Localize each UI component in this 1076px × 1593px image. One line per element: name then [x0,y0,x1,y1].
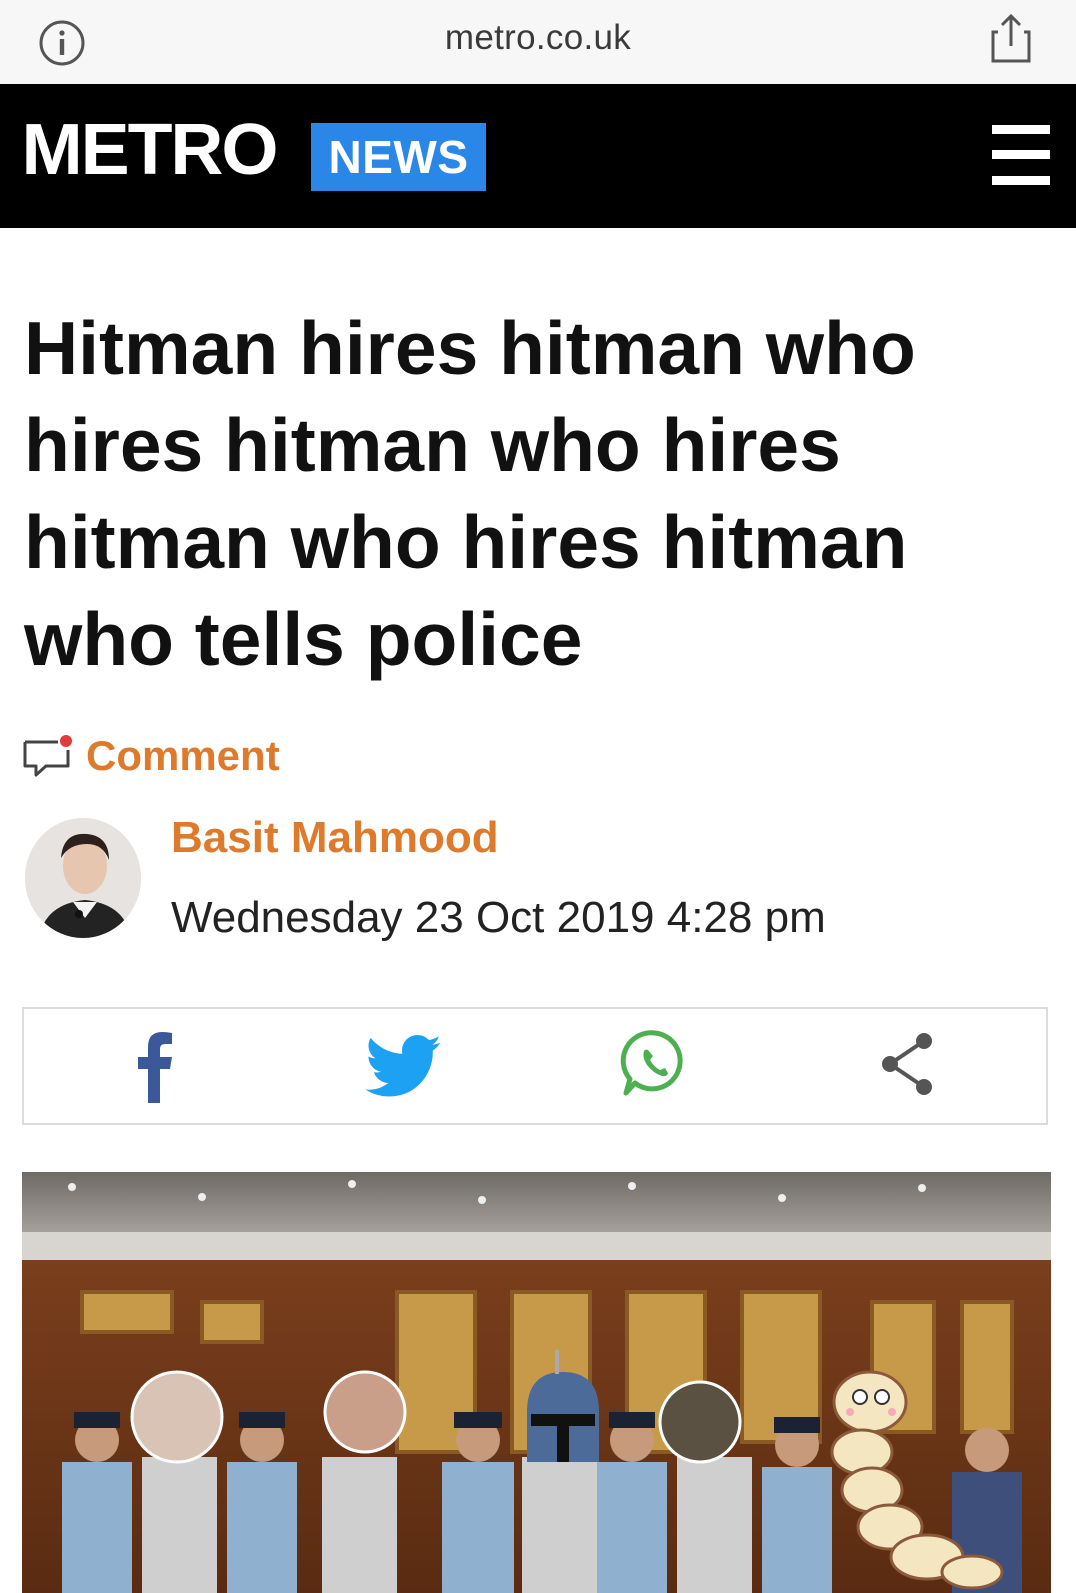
facebook-icon[interactable] [134,1029,174,1103]
author-name[interactable]: Basit Mahmood [171,813,499,863]
metro-logo[interactable]: METRO [22,114,279,186]
browser-url-bar[interactable]: metro.co.uk [0,0,1076,85]
whatsapp-icon[interactable] [620,1027,690,1099]
hamburger-menu-icon[interactable] [992,125,1050,185]
section-badge-news[interactable]: NEWS [311,123,486,191]
article-photo [22,1172,1051,1593]
comment-icon [23,735,72,777]
article-headline: Hitman hires hitman who hires hitman who… [24,306,916,681]
publish-date: Wednesday 23 Oct 2019 4:28 pm [171,893,826,942]
author-avatar[interactable] [25,818,141,938]
site-header: METRO NEWS [0,84,1076,228]
social-share-bar [22,1007,1048,1125]
url-text[interactable]: metro.co.uk [0,18,1076,58]
twitter-icon[interactable] [364,1035,444,1099]
comment-label: Comment [86,732,280,779]
share-icon[interactable] [880,1031,936,1097]
browser-share-icon[interactable] [990,14,1032,64]
comment-link[interactable]: Comment [22,728,280,784]
